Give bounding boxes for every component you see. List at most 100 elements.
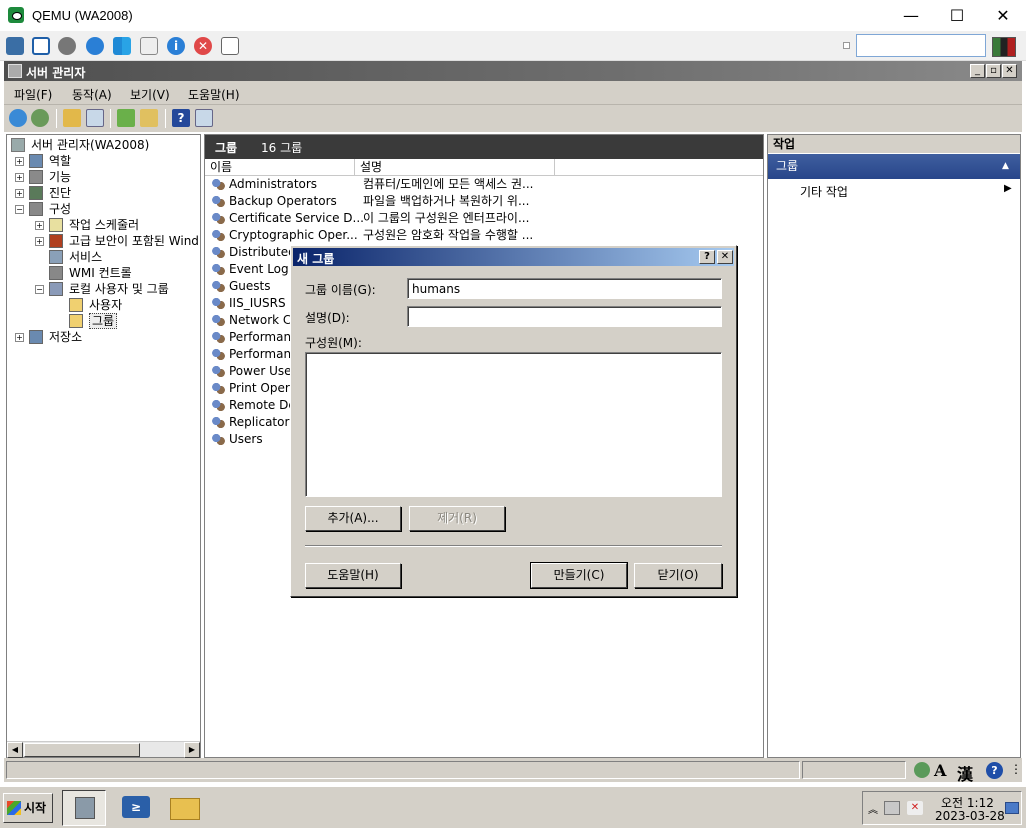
tree-expander-icon[interactable]: + xyxy=(15,157,24,166)
server-manager-title: 서버 관리자 xyxy=(26,66,86,80)
minimize-button[interactable]: — xyxy=(888,0,934,31)
description-label: 설명(D): xyxy=(305,311,350,325)
main-toolbar: ? xyxy=(4,105,1022,132)
server-manager-icon xyxy=(8,64,22,78)
group-name: Remote De xyxy=(229,398,296,412)
close-dialog-button[interactable]: 닫기(O) xyxy=(634,563,722,588)
tree-item[interactable]: + 고급 보안이 포함된 Wind xyxy=(35,233,199,249)
tree-item[interactable]: + 작업 스케줄러 xyxy=(35,217,139,233)
export-list-icon[interactable] xyxy=(140,109,158,127)
show-desktop-icon[interactable] xyxy=(1005,802,1019,814)
create-button[interactable]: 만들기(C) xyxy=(530,562,628,589)
fullscreen-icon[interactable] xyxy=(32,37,50,55)
group-name: Event Log I xyxy=(229,262,296,276)
tree-item[interactable]: − 로컬 사용자 및 그룹 xyxy=(35,281,169,297)
tree-item[interactable]: 서비스 xyxy=(35,249,102,265)
stop-icon[interactable]: ✕ xyxy=(194,37,212,55)
close-button[interactable]: ✕ xyxy=(980,0,1026,31)
network-icon[interactable] xyxy=(6,37,24,55)
group-name: Cryptographic Oper... xyxy=(229,228,358,242)
tray-expand-icon[interactable]: ︽ xyxy=(868,801,878,816)
checkbox-icon[interactable] xyxy=(843,42,850,49)
tree-item[interactable]: − 구성 xyxy=(15,201,71,217)
tree-expander-icon[interactable]: + xyxy=(15,189,24,198)
menu-help[interactable]: 도움말(H) xyxy=(188,86,240,103)
dialog-close-button[interactable]: ✕ xyxy=(717,250,733,264)
tree-item[interactable]: WMI 컨트롤 xyxy=(35,265,132,281)
refresh-list-icon[interactable] xyxy=(117,109,135,127)
volume-muted-icon[interactable]: ✕ xyxy=(907,801,923,815)
usb-icon[interactable] xyxy=(140,37,158,55)
info-icon[interactable]: i xyxy=(167,37,185,55)
dialog-help-button[interactable]: ? xyxy=(699,250,715,264)
settings-gear-icon[interactable] xyxy=(58,37,76,55)
back-icon[interactable] xyxy=(9,109,27,127)
qemu-search-input[interactable] xyxy=(856,34,986,57)
show-hide-action-pane-icon[interactable] xyxy=(195,109,213,127)
ime-mode-a[interactable]: A xyxy=(934,761,946,780)
qemu-title-bar: QEMU (WA2008) — ☐ ✕ xyxy=(0,0,1026,31)
dialog-help-text-button[interactable]: 도움말(H) xyxy=(305,563,401,588)
ime-pen-icon[interactable] xyxy=(914,762,930,778)
tree-expander-icon[interactable]: + xyxy=(35,221,44,230)
tree-item-label: 작업 스케줄러 xyxy=(69,218,140,232)
tree-item[interactable]: + 기능 xyxy=(15,169,71,185)
ime-options-icon[interactable]: ⋮ xyxy=(1010,762,1022,776)
network-tray-icon[interactable] xyxy=(884,801,900,815)
action-more-actions[interactable]: 기타 작업 xyxy=(800,183,848,200)
windows-icon[interactable] xyxy=(113,37,131,55)
forward-icon[interactable] xyxy=(31,109,49,127)
add-member-button[interactable]: 추가(A)... xyxy=(305,506,401,531)
collapse-arrow-icon[interactable]: ▲ xyxy=(1002,154,1009,179)
sm-restore-button[interactable]: ▫ xyxy=(986,64,1001,78)
ime-hanja[interactable]: 漢 xyxy=(957,761,973,785)
tree-horizontal-scrollbar[interactable]: ◀ ▶ xyxy=(7,741,200,758)
tree-root[interactable]: 서버 관리자(WA2008) xyxy=(11,137,149,153)
tree-expander-icon[interactable]: + xyxy=(15,173,24,182)
taskbar-powershell[interactable]: ≥ xyxy=(114,790,158,826)
sm-minimize-button[interactable]: _ xyxy=(970,64,985,78)
up-folder-icon[interactable] xyxy=(63,109,81,127)
menu-file[interactable]: 파일(F) xyxy=(14,86,52,103)
maximize-button[interactable]: ☐ xyxy=(934,0,980,31)
tree-item[interactable]: 사용자 xyxy=(55,297,122,313)
start-button[interactable]: 시작 xyxy=(3,793,53,823)
column-header-name[interactable]: 이름 xyxy=(205,159,355,176)
display-color-icon[interactable] xyxy=(992,37,1016,57)
refresh-icon[interactable] xyxy=(86,37,104,55)
ime-help-icon[interactable]: ? xyxy=(986,762,1003,779)
show-hide-tree-icon[interactable] xyxy=(86,109,104,127)
menu-action[interactable]: 동작(A) xyxy=(72,86,112,103)
menu-view[interactable]: 보기(V) xyxy=(130,86,170,103)
group-name: Print Opera xyxy=(229,381,298,395)
tree-expander-icon[interactable]: + xyxy=(15,333,24,342)
taskbar-explorer[interactable] xyxy=(164,790,208,826)
tree-item[interactable]: 그룹 xyxy=(55,313,118,329)
tree-item[interactable]: + 저장소 xyxy=(15,329,82,345)
clock-date[interactable]: 2023-03-28 xyxy=(935,809,1005,823)
list-row[interactable]: Certificate Service D... 이 그룹의 구성원은 엔터프라이… xyxy=(209,210,759,227)
list-row[interactable]: Backup Operators 파일을 백업하거나 복원하기 위... xyxy=(209,193,759,210)
list-row[interactable]: Cryptographic Oper... 구성원은 암호화 작업을 수행할 ..… xyxy=(209,227,759,244)
tree-item[interactable]: + 역할 xyxy=(15,153,71,169)
tree-expander-icon[interactable]: + xyxy=(35,237,44,246)
scroll-right-button[interactable]: ▶ xyxy=(184,742,200,758)
description-input[interactable] xyxy=(407,306,722,327)
list-row[interactable]: Administrators 컴퓨터/도메인에 모든 액세스 권... xyxy=(209,176,759,193)
tree-item[interactable]: + 진단 xyxy=(15,185,71,201)
tree-expander-icon[interactable]: − xyxy=(35,285,44,294)
sm-close-button[interactable]: ✕ xyxy=(1002,64,1017,78)
members-list[interactable] xyxy=(305,352,722,497)
scroll-left-button[interactable]: ◀ xyxy=(7,742,23,758)
power-off-icon[interactable] xyxy=(221,37,239,55)
group-description: 컴퓨터/도메인에 모든 액세스 권... xyxy=(363,177,534,191)
tree-expander-icon[interactable]: − xyxy=(15,205,24,214)
group-name: IIS_IUSRS xyxy=(229,296,286,310)
group-name: Performanc xyxy=(229,347,298,361)
column-header-description[interactable]: 설명 xyxy=(355,159,555,176)
taskbar-server-manager[interactable] xyxy=(62,790,106,826)
actions-section-groups[interactable]: 그룹 ▲ xyxy=(768,154,1020,179)
scroll-thumb[interactable] xyxy=(24,743,140,757)
group-name-input[interactable] xyxy=(407,278,722,299)
help-icon[interactable]: ? xyxy=(172,109,190,127)
